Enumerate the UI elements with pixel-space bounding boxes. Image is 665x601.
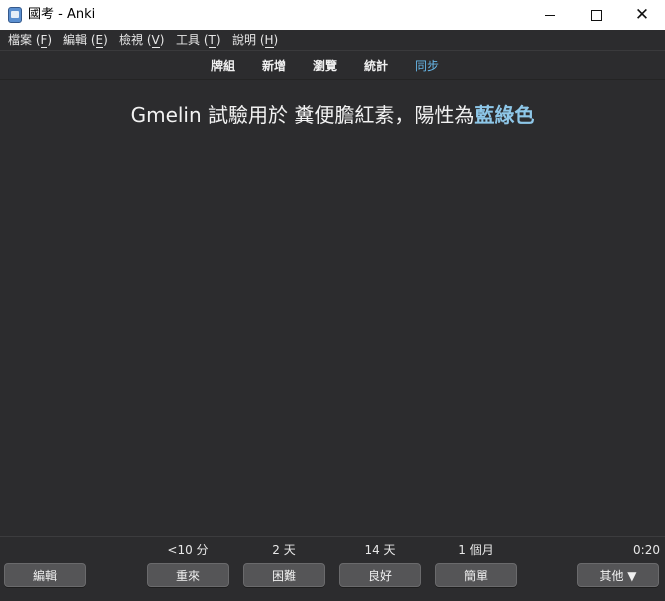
menu-edit[interactable]: 編輯 (E) <box>63 32 108 48</box>
title-bar: 國考 - Anki ✕ <box>0 0 665 30</box>
toolbar-browse[interactable]: 瀏覽 <box>313 58 337 74</box>
easy-button[interactable]: 簡單 <box>435 563 517 587</box>
menu-view[interactable]: 檢視 (V) <box>119 32 164 48</box>
menu-file[interactable]: 檔案 (F) <box>8 32 52 48</box>
close-button[interactable]: ✕ <box>619 0 665 30</box>
maximize-icon <box>590 9 602 21</box>
review-timer: 0:20 <box>633 543 660 557</box>
hard-button[interactable]: 困難 <box>243 563 325 587</box>
interval-again: <10 分 <box>167 543 209 557</box>
more-button[interactable]: 其他 ▼ <box>577 563 659 587</box>
anki-icon <box>8 7 22 23</box>
card-text-main: Gmelin 試驗用於 糞便膽紅素，陽性為 <box>130 103 475 127</box>
close-icon: ✕ <box>634 4 650 25</box>
edit-button[interactable]: 編輯 <box>4 563 86 587</box>
again-button[interactable]: 重來 <box>147 563 229 587</box>
menu-help[interactable]: 說明 (H) <box>232 32 278 48</box>
card-review-area: Gmelin 試驗用於 糞便膽紅素，陽性為藍綠色 <box>0 80 665 536</box>
interval-hard: 2 天 <box>272 543 296 557</box>
window-title: 國考 - Anki <box>28 7 96 22</box>
good-button[interactable]: 良好 <box>339 563 421 587</box>
minimize-button[interactable] <box>527 0 573 30</box>
menu-bar: 檔案 (F) 編輯 (E) 檢視 (V) 工具 (T) 說明 (H) <box>0 30 665 51</box>
maximize-button[interactable] <box>573 0 619 30</box>
toolbar-decks[interactable]: 牌組 <box>211 58 235 74</box>
menu-tools[interactable]: 工具 (T) <box>176 32 221 48</box>
toolbar-sync[interactable]: 同步 <box>415 58 439 74</box>
interval-good: 14 天 <box>364 543 396 557</box>
main-toolbar: 牌組 新增 瀏覽 統計 同步 <box>0 51 665 80</box>
card-answer-text: Gmelin 試驗用於 糞便膽紅素，陽性為藍綠色 <box>0 102 665 128</box>
review-bottom-bar: <10 分 2 天 14 天 1 個月 0:20 編輯 重來 困難 良好 簡單 … <box>0 536 665 601</box>
interval-easy: 1 個月 <box>458 543 494 557</box>
minimize-icon <box>545 14 555 16</box>
toolbar-stats[interactable]: 統計 <box>364 58 388 74</box>
card-text-highlight: 藍綠色 <box>474 103 535 127</box>
toolbar-add[interactable]: 新增 <box>262 58 286 74</box>
